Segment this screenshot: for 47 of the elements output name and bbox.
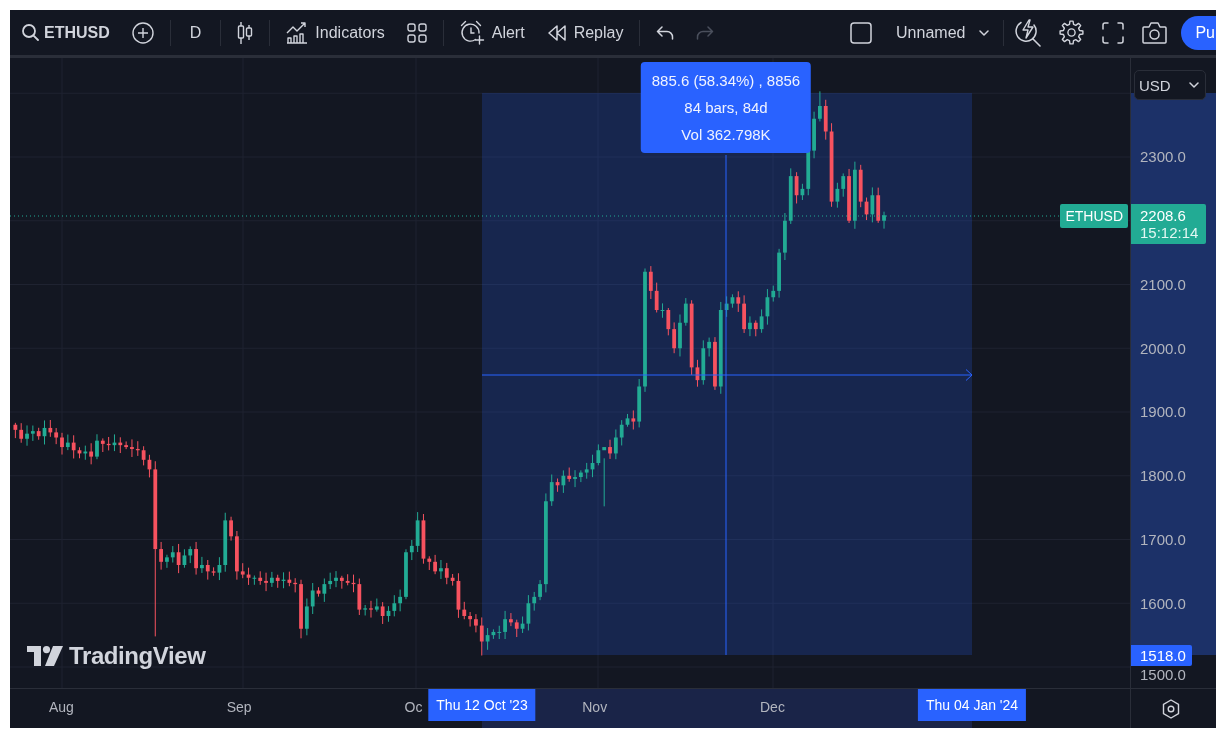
undo-icon — [656, 25, 675, 40]
grid-icon — [406, 22, 427, 43]
fullscreen-icon — [1102, 21, 1125, 44]
line-chart-icon — [286, 21, 309, 44]
caret-icon — [1189, 82, 1199, 88]
range-start-date: Thu 12 Oct '23 — [428, 689, 536, 721]
price-tick: 2000.0 — [1140, 339, 1186, 357]
currency-select[interactable]: USD — [1134, 70, 1206, 100]
last-price: 2208.6 — [1140, 206, 1187, 224]
price-tick: 2300.0 — [1140, 148, 1186, 166]
indicators-button[interactable]: Indicators — [280, 15, 391, 50]
camera-icon — [1142, 21, 1168, 44]
logo-icon — [27, 646, 63, 666]
settings-icon — [1161, 698, 1180, 719]
publish-button[interactable]: Pu — [1181, 15, 1216, 50]
alert-button[interactable]: Alert — [453, 15, 531, 50]
lightning-search-icon — [1014, 18, 1042, 47]
search-icon — [22, 24, 39, 41]
candlestick-icon — [237, 20, 254, 45]
caret-icon — [979, 29, 990, 36]
symbol-label: ETHUSD — [1060, 204, 1128, 228]
price-tick: 1900.0 — [1140, 403, 1186, 421]
bar-countdown: 15:12:14 — [1140, 223, 1200, 241]
square-icon — [850, 21, 873, 44]
settings-icon — [1059, 20, 1085, 45]
tooltip-line: 885.6 (58.34%) , 8856 — [651, 71, 801, 91]
range-end-date: Thu 04 Jan '24 — [917, 689, 1027, 721]
symbol-search-button[interactable]: ETHUSD — [16, 15, 116, 50]
date-tick: Aug — [49, 698, 74, 717]
date-tick: Sep — [226, 698, 252, 717]
interval-button[interactable]: D — [180, 15, 211, 50]
plus-circle-icon — [131, 21, 154, 44]
range-low-price: 1518.0 — [1131, 645, 1192, 666]
price-tick: 1500.0 — [1139, 666, 1186, 683]
price-tick: 1700.0 — [1140, 530, 1186, 548]
layout-menu-button[interactable]: Unnamed — [884, 15, 1000, 50]
brand-name: TradingView — [69, 642, 206, 670]
price-tick: 1800.0 — [1140, 467, 1186, 485]
price-tick: 2100.0 — [1140, 275, 1186, 293]
date-tick: Dec — [760, 698, 785, 717]
date-tick: Oc — [404, 698, 423, 717]
replay-button[interactable]: Replay — [540, 15, 630, 50]
price-tick: 1600.0 — [1140, 594, 1186, 612]
date-tick: Nov — [582, 698, 608, 717]
alarm-clock-icon — [459, 20, 485, 45]
rewind-icon — [546, 24, 567, 41]
redo-icon — [696, 25, 715, 40]
